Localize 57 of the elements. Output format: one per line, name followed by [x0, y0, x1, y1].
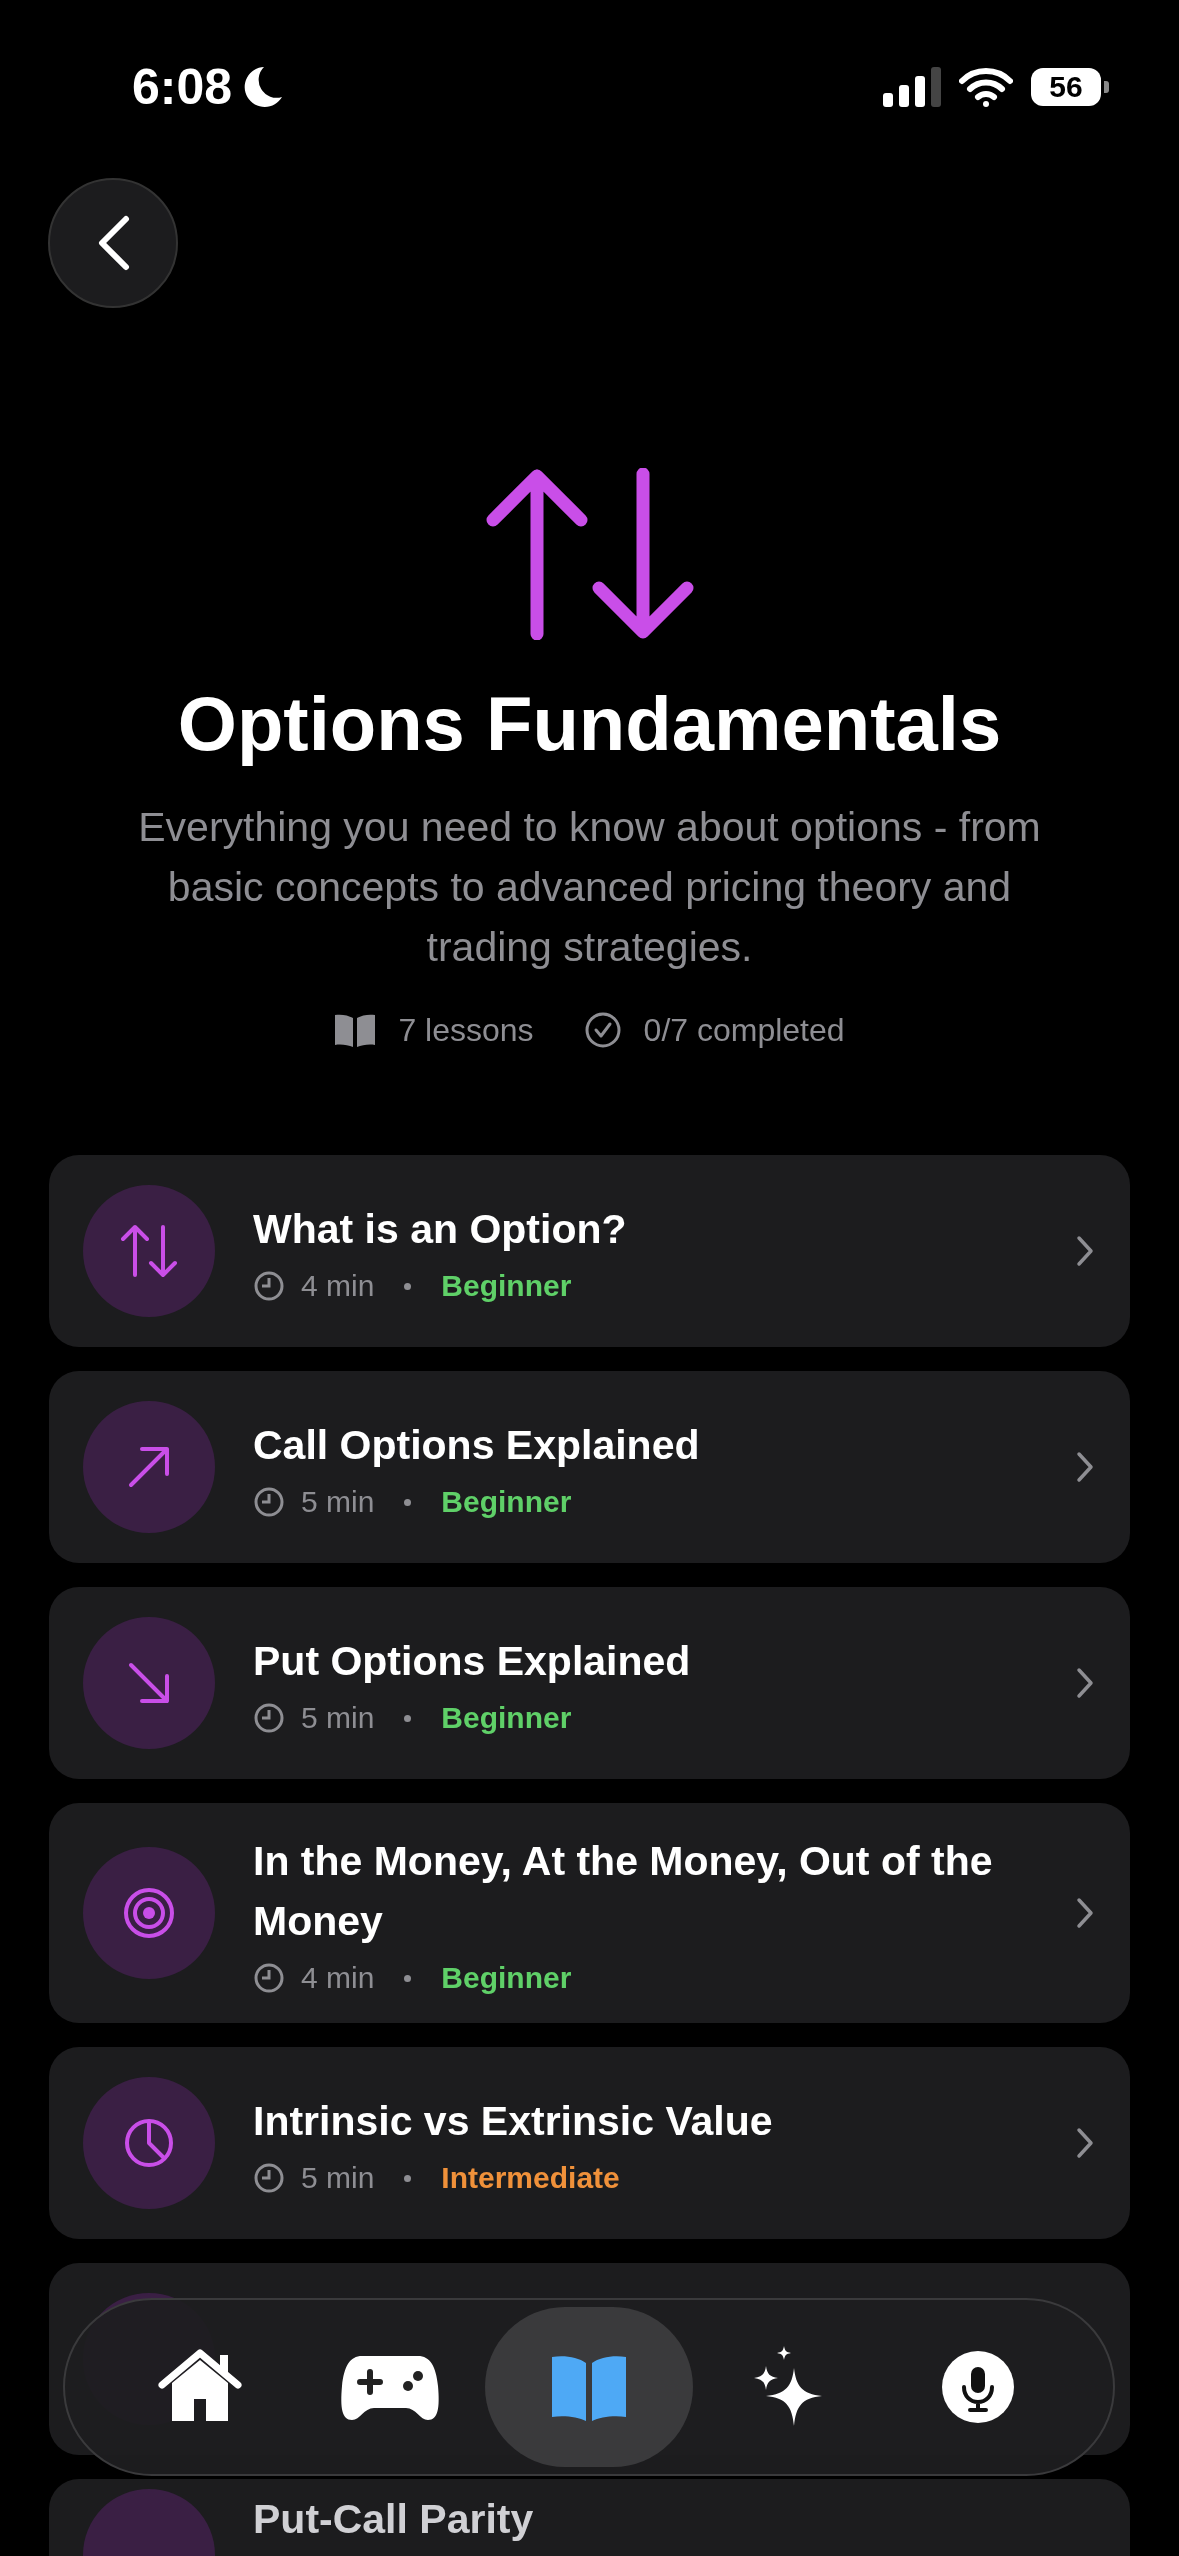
clock-icon	[253, 1270, 285, 1302]
chevron-right-icon	[1076, 1897, 1094, 1929]
book-icon	[334, 1013, 377, 1047]
lesson-card[interactable]: What is an Option? 4 min Beginner	[49, 1155, 1130, 1347]
clock-icon	[253, 2162, 285, 2194]
clock-icon	[253, 1702, 285, 1734]
chevron-right-icon	[1076, 1451, 1094, 1483]
arrows-up-down-icon	[119, 1223, 179, 1279]
arrow-down-right-icon	[128, 1662, 170, 1704]
pie-chart-icon	[124, 2118, 174, 2168]
lesson-card[interactable]: In the Money, At the Money, Out of the Money 4 min Beginner	[49, 1803, 1130, 2023]
lesson-level: Beginner	[441, 1701, 572, 1735]
completed-count: 0/7 completed	[643, 1011, 845, 1049]
lesson-level: Intermediate	[441, 2161, 620, 2195]
lesson-duration: 5 min	[301, 1485, 375, 1519]
target-icon	[123, 1887, 175, 1939]
lesson-level: Beginner	[441, 1961, 572, 1995]
microphone-icon	[942, 2351, 1015, 2423]
separator-dot	[404, 1282, 412, 1290]
lesson-title: Put Options Explained	[253, 1637, 692, 1686]
course-title: Options Fundamentals	[177, 680, 1002, 767]
lesson-card[interactable]: Put Options Explained 5 min Beginner	[49, 1587, 1130, 1779]
chevron-right-icon	[1076, 1667, 1094, 1699]
lesson-duration: 4 min	[301, 1961, 375, 1995]
lesson-card[interactable]: Call Options Explained 5 min Beginner	[49, 1371, 1130, 1563]
lesson-title: In the Money, At the Money, Out of the Money	[253, 1837, 994, 1946]
lesson-level: Beginner	[441, 1485, 572, 1519]
lessons-count: 7 lessons	[398, 1011, 534, 1049]
lesson-title: Call Options Explained	[253, 1421, 701, 1470]
lesson-title: What is an Option?	[253, 1205, 628, 1254]
arrows-up-down-icon	[484, 468, 695, 640]
clock-icon	[253, 1486, 285, 1518]
lesson-card[interactable]: Intrinsic vs Extrinsic Value 5 min Intermediate	[49, 2047, 1130, 2239]
check-circle-icon	[583, 1011, 622, 1049]
separator-dot	[404, 1974, 412, 1982]
lesson-duration: 5 min	[301, 2161, 375, 2195]
status-time: 6:08	[132, 58, 233, 116]
lesson-duration: 4 min	[301, 1269, 375, 1303]
wifi-icon	[959, 67, 1013, 107]
separator-dot	[404, 2174, 412, 2182]
battery-level: 56	[1031, 68, 1101, 106]
battery-tip	[1104, 81, 1109, 93]
arrow-up-right-icon	[128, 1446, 170, 1488]
chevron-right-icon	[1076, 2127, 1094, 2159]
lesson-title: Intrinsic vs Extrinsic Value	[253, 2097, 774, 2146]
lesson-level: Beginner	[441, 1269, 572, 1303]
lesson-title: Put-Call Parity	[253, 2495, 535, 2544]
signal-icon	[883, 67, 941, 107]
moon-icon	[242, 65, 285, 109]
course-description: Everything you need to know about options - from basic concepts to advanced pricing theory and trading strategies.	[137, 803, 1042, 972]
separator-dot	[404, 1498, 412, 1506]
chevron-right-icon	[1076, 1235, 1094, 1267]
back-icon	[96, 215, 130, 271]
lesson-duration: 5 min	[301, 1701, 375, 1735]
separator-dot	[404, 1714, 412, 1722]
clock-icon	[253, 1962, 285, 1994]
lesson-card[interactable]: Put-Call Parity	[49, 2479, 1130, 2556]
